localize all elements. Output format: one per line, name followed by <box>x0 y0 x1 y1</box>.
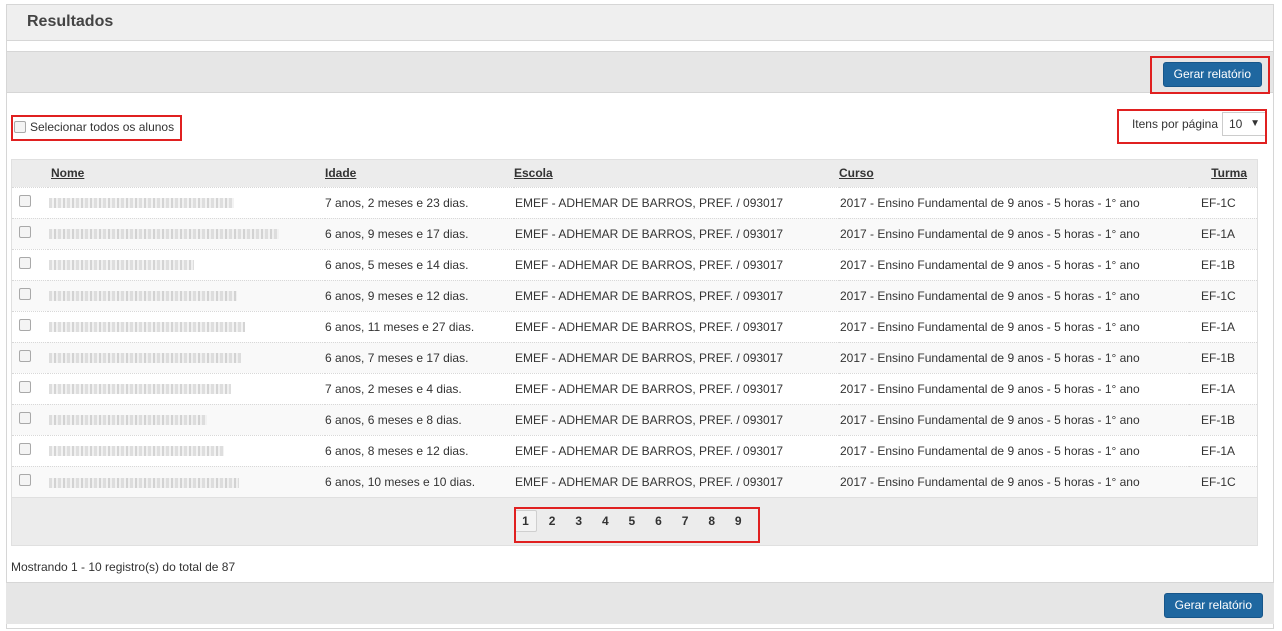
highlight-items-per-page <box>1117 109 1267 144</box>
row-checkbox[interactable] <box>19 443 31 455</box>
cell-escola: EMEF - ADHEMAR DE BARROS, PREF. / 093017 <box>515 350 784 365</box>
cell-escola: EMEF - ADHEMAR DE BARROS, PREF. / 093017 <box>515 319 784 334</box>
students-table: Nome Idade Escola Curso Turma 7 anos, 2 … <box>12 160 1257 497</box>
cell-turma: EF-1B <box>1201 350 1236 365</box>
table-row: 6 anos, 9 meses e 17 dias. EMEF - ADHEMA… <box>12 218 1257 249</box>
table-row: 6 anos, 5 meses e 14 dias. EMEF - ADHEMA… <box>12 249 1257 280</box>
header-idade[interactable]: Idade <box>325 160 514 187</box>
cell-turma: EF-1A <box>1201 381 1236 396</box>
bottom-toolbar: Gerar relatório <box>6 582 1274 624</box>
cell-turma: EF-1A <box>1201 319 1236 334</box>
student-name-redacted <box>49 198 234 209</box>
cell-escola: EMEF - ADHEMAR DE BARROS, PREF. / 093017 <box>515 381 784 396</box>
row-checkbox[interactable] <box>19 381 31 393</box>
generate-report-button-bottom[interactable]: Gerar relatório <box>1163 593 1263 618</box>
row-checkbox[interactable] <box>19 226 31 238</box>
cell-turma: EF-1C <box>1201 195 1236 210</box>
cell-curso: 2017 - Ensino Fundamental de 9 anos - 5 … <box>840 195 1140 210</box>
table-row: 6 anos, 9 meses e 12 dias. EMEF - ADHEMA… <box>12 280 1257 311</box>
student-name-redacted <box>49 353 241 364</box>
table-row: 6 anos, 7 meses e 17 dias. EMEF - ADHEMA… <box>12 342 1257 373</box>
cell-idade: 6 anos, 7 meses e 17 dias. <box>325 350 469 365</box>
highlight-select-all <box>11 115 182 141</box>
header-curso[interactable]: Curso <box>839 160 1189 187</box>
student-name-redacted <box>49 446 224 457</box>
table-row: 6 anos, 8 meses e 12 dias. EMEF - ADHEMA… <box>12 435 1257 466</box>
row-checkbox[interactable] <box>19 257 31 269</box>
row-checkbox[interactable] <box>19 288 31 300</box>
table-header-row: Nome Idade Escola Curso Turma <box>12 160 1257 187</box>
highlight-pagination <box>514 507 760 543</box>
student-name-redacted <box>49 384 231 395</box>
cell-idade: 6 anos, 9 meses e 12 dias. <box>325 288 469 303</box>
student-name-redacted <box>49 322 245 333</box>
panel-title: Resultados <box>7 5 1273 41</box>
cell-curso: 2017 - Ensino Fundamental de 9 anos - 5 … <box>840 350 1140 365</box>
cell-escola: EMEF - ADHEMAR DE BARROS, PREF. / 093017 <box>515 288 784 303</box>
cell-idade: 6 anos, 6 meses e 8 dias. <box>325 412 462 427</box>
cell-escola: EMEF - ADHEMAR DE BARROS, PREF. / 093017 <box>515 474 784 489</box>
students-grid: Nome Idade Escola Curso Turma 7 anos, 2 … <box>11 159 1258 546</box>
row-checkbox[interactable] <box>19 319 31 331</box>
cell-idade: 6 anos, 5 meses e 14 dias. <box>325 257 469 272</box>
cell-curso: 2017 - Ensino Fundamental de 9 anos - 5 … <box>840 226 1140 241</box>
cell-turma: EF-1A <box>1201 226 1236 241</box>
cell-turma: EF-1B <box>1201 257 1236 272</box>
table-row: 6 anos, 11 meses e 27 dias. EMEF - ADHEM… <box>12 311 1257 342</box>
header-turma[interactable]: Turma <box>1189 160 1257 187</box>
header-select <box>12 160 48 187</box>
cell-curso: 2017 - Ensino Fundamental de 9 anos - 5 … <box>840 319 1140 334</box>
cell-escola: EMEF - ADHEMAR DE BARROS, PREF. / 093017 <box>515 412 784 427</box>
cell-escola: EMEF - ADHEMAR DE BARROS, PREF. / 093017 <box>515 195 784 210</box>
table-row: 6 anos, 6 meses e 8 dias. EMEF - ADHEMAR… <box>12 404 1257 435</box>
student-name-redacted <box>49 415 207 426</box>
row-checkbox[interactable] <box>19 412 31 424</box>
cell-curso: 2017 - Ensino Fundamental de 9 anos - 5 … <box>840 474 1140 489</box>
top-toolbar: Gerar relatório <box>7 51 1273 93</box>
cell-curso: 2017 - Ensino Fundamental de 9 anos - 5 … <box>840 381 1140 396</box>
row-checkbox[interactable] <box>19 350 31 362</box>
student-name-redacted <box>49 229 279 240</box>
cell-escola: EMEF - ADHEMAR DE BARROS, PREF. / 093017 <box>515 443 784 458</box>
table-row: 7 anos, 2 meses e 4 dias. EMEF - ADHEMAR… <box>12 373 1257 404</box>
cell-curso: 2017 - Ensino Fundamental de 9 anos - 5 … <box>840 288 1140 303</box>
records-summary: Mostrando 1 - 10 registro(s) do total de… <box>11 560 236 574</box>
cell-turma: EF-1C <box>1201 288 1236 303</box>
header-escola[interactable]: Escola <box>514 160 839 187</box>
cell-idade: 6 anos, 9 meses e 17 dias. <box>325 226 469 241</box>
student-name-redacted <box>49 260 194 271</box>
cell-turma: EF-1A <box>1201 443 1236 458</box>
cell-idade: 6 anos, 8 meses e 12 dias. <box>325 443 469 458</box>
cell-idade: 7 anos, 2 meses e 23 dias. <box>325 195 469 210</box>
row-checkbox[interactable] <box>19 195 31 207</box>
table-row: 6 anos, 10 meses e 10 dias. EMEF - ADHEM… <box>12 466 1257 497</box>
cell-idade: 6 anos, 10 meses e 10 dias. <box>325 474 476 489</box>
table-row: 7 anos, 2 meses e 23 dias. EMEF - ADHEMA… <box>12 187 1257 218</box>
cell-curso: 2017 - Ensino Fundamental de 9 anos - 5 … <box>840 257 1140 272</box>
cell-curso: 2017 - Ensino Fundamental de 9 anos - 5 … <box>840 443 1140 458</box>
cell-turma: EF-1B <box>1201 412 1236 427</box>
header-nome[interactable]: Nome <box>48 160 325 187</box>
student-name-redacted <box>49 477 239 488</box>
cell-idade: 7 anos, 2 meses e 4 dias. <box>325 381 462 396</box>
highlight-generate-report-top <box>1150 56 1270 94</box>
cell-escola: EMEF - ADHEMAR DE BARROS, PREF. / 093017 <box>515 257 784 272</box>
row-checkbox[interactable] <box>19 474 31 487</box>
cell-escola: EMEF - ADHEMAR DE BARROS, PREF. / 093017 <box>515 226 784 241</box>
cell-idade: 6 anos, 11 meses e 27 dias. <box>325 319 475 334</box>
cell-turma: EF-1C <box>1201 474 1236 489</box>
cell-curso: 2017 - Ensino Fundamental de 9 anos - 5 … <box>840 412 1140 427</box>
student-name-redacted <box>49 291 237 302</box>
